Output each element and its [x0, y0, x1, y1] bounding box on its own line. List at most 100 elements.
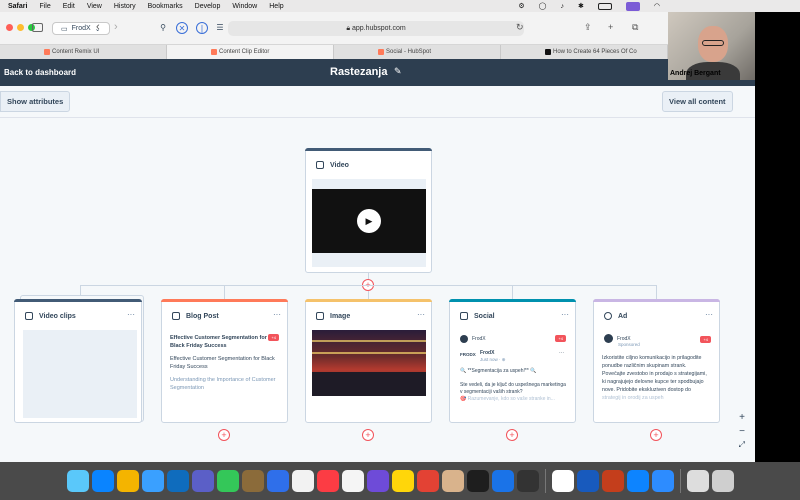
more-options-icon[interactable]: ···: [127, 310, 135, 319]
blog-post-card[interactable]: Blog Post ··· +4 Effective Customer Segm…: [161, 299, 288, 423]
card-header: Social: [460, 312, 495, 320]
battery-icon[interactable]: [597, 2, 612, 10]
close-window-button[interactable]: [6, 24, 13, 31]
password-manager-icon[interactable]: [491, 470, 514, 492]
reminders-icon[interactable]: [341, 470, 364, 492]
fit-view-button[interactable]: ⤢: [739, 440, 745, 450]
tab-how-to-create[interactable]: How to Create 64 Pieces Of Co: [501, 45, 668, 59]
tasks-icon[interactable]: [266, 470, 289, 492]
more-options-icon[interactable]: ···: [561, 310, 569, 319]
powerpoint-icon[interactable]: [601, 470, 624, 492]
social-card[interactable]: Social ··· FrodX +4 FRODX FrodX Just now…: [449, 299, 576, 423]
tab-overview-icon[interactable]: ⧉: [632, 22, 638, 33]
social-post-preview: FrodX +4 FRODX FrodX Just now · ⊕ ··· 🔍 …: [456, 330, 570, 416]
post-options-icon[interactable]: ···: [559, 350, 564, 356]
tab-label: Content Clip Editor: [219, 49, 270, 55]
reader-icon[interactable]: ☰: [214, 22, 226, 34]
new-tab-icon[interactable]: +: [608, 22, 613, 32]
video-preview[interactable]: ▶: [312, 179, 426, 267]
card-accent-bar: [593, 299, 720, 302]
screen-share-icon[interactable]: [625, 1, 640, 11]
lights-decoration: [312, 340, 426, 342]
minimize-window-button[interactable]: [17, 24, 24, 31]
image-preview[interactable]: [312, 330, 426, 396]
video-frame: ▶: [312, 189, 426, 253]
megaphone-icon: [172, 312, 180, 320]
status-bluetooth-icon[interactable]: ✱: [578, 2, 584, 10]
back-arrow-icon[interactable]: ‹: [96, 21, 100, 33]
extension-dropper-icon[interactable]: ⚲: [157, 22, 169, 34]
forward-arrow-icon[interactable]: ›: [114, 21, 118, 33]
more-options-icon[interactable]: ···: [417, 310, 425, 319]
zoom-out-button[interactable]: −: [739, 426, 745, 437]
finder-icon[interactable]: [66, 470, 89, 492]
menu-window[interactable]: Window: [232, 3, 257, 10]
pdf-icon[interactable]: [416, 470, 439, 492]
menu-bookmarks[interactable]: Bookmarks: [148, 3, 183, 10]
photos-icon[interactable]: [441, 470, 464, 492]
view-all-content-button[interactable]: View all content: [662, 91, 733, 112]
tab-content-clip-editor[interactable]: Content Clip Editor: [167, 45, 334, 59]
more-options-icon[interactable]: ···: [273, 310, 281, 319]
card-accent-bar: [305, 299, 432, 302]
extension-x-icon[interactable]: ✕: [176, 22, 188, 34]
status-circle-icon[interactable]: ◯: [539, 2, 547, 10]
video-clips-card[interactable]: Video clips ···: [14, 299, 142, 423]
menu-history[interactable]: History: [114, 3, 136, 10]
sidebar-toggle-icon[interactable]: [32, 23, 43, 32]
messages-icon[interactable]: [216, 470, 239, 492]
music-icon[interactable]: [316, 470, 339, 492]
pencil-icon[interactable]: ✎: [394, 66, 402, 77]
address-bar[interactable]: 🔒︎ app.hubspot.com: [228, 21, 524, 36]
notes-icon[interactable]: [391, 470, 414, 492]
add-ad-plus-icon[interactable]: +: [650, 429, 662, 441]
calendar-icon[interactable]: [291, 470, 314, 492]
status-gear-icon[interactable]: ⚙: [518, 2, 524, 10]
menu-edit[interactable]: Edit: [63, 3, 75, 10]
teams-icon[interactable]: [191, 470, 214, 492]
card-title: Blog Post: [186, 312, 219, 320]
show-attributes-button[interactable]: Show attributes: [0, 91, 71, 112]
menu-develop[interactable]: Develop: [195, 3, 221, 10]
extension-password-icon[interactable]: ❘: [196, 22, 208, 34]
tab-content-remix[interactable]: Content Remix UI: [0, 45, 167, 59]
back-to-dashboard-link[interactable]: Back to dashboard: [4, 68, 76, 77]
post-headline: 🔍 **Segmentacija za uspeh!** 🔍: [460, 368, 537, 374]
downloads-icon[interactable]: [686, 470, 709, 492]
play-icon[interactable]: ▶: [357, 209, 381, 233]
ad-card[interactable]: Ad ··· FrodX Sponsored +4 Izkoristite ci…: [593, 299, 720, 423]
settings-icon[interactable]: [516, 470, 539, 492]
contacts-icon[interactable]: [241, 470, 264, 492]
source-video-card[interactable]: Video ▶: [305, 148, 432, 273]
menu-file[interactable]: File: [39, 3, 50, 10]
more-options-icon[interactable]: ···: [705, 310, 713, 319]
dock-separator: [679, 469, 681, 493]
slack-icon[interactable]: [551, 470, 574, 492]
app-store-icon[interactable]: [626, 470, 649, 492]
zoom-icon[interactable]: [651, 470, 674, 492]
card-header: Image: [316, 312, 350, 320]
podcasts-icon[interactable]: [366, 470, 389, 492]
menu-view[interactable]: View: [87, 3, 102, 10]
tab-group-selector[interactable]: ▭ FrodX ⌄: [52, 22, 110, 35]
add-image-plus-icon[interactable]: +: [362, 429, 374, 441]
add-social-plus-icon[interactable]: +: [506, 429, 518, 441]
status-speaker-icon[interactable]: ♪: [561, 3, 565, 10]
mail-icon[interactable]: [141, 470, 164, 492]
safari-icon[interactable]: [91, 470, 114, 492]
image-card[interactable]: Image ···: [305, 299, 432, 423]
add-blog-plus-icon[interactable]: +: [218, 429, 230, 441]
menu-help[interactable]: Help: [269, 3, 283, 10]
trash-icon[interactable]: [711, 470, 734, 492]
wifi-icon[interactable]: ◠: [654, 2, 660, 10]
tab-social-hubspot[interactable]: Social - HubSpot: [334, 45, 501, 59]
chrome-icon[interactable]: [116, 470, 139, 492]
share-icon[interactable]: ⇪: [584, 22, 592, 33]
word-icon[interactable]: [576, 470, 599, 492]
zoom-in-button[interactable]: +: [739, 412, 745, 423]
menu-app-name[interactable]: Safari: [8, 3, 27, 10]
outlook-icon[interactable]: [166, 470, 189, 492]
chatgpt-icon[interactable]: [466, 470, 489, 492]
page-title: Rastezanja: [330, 66, 388, 78]
reload-icon[interactable]: ↻: [516, 22, 524, 33]
